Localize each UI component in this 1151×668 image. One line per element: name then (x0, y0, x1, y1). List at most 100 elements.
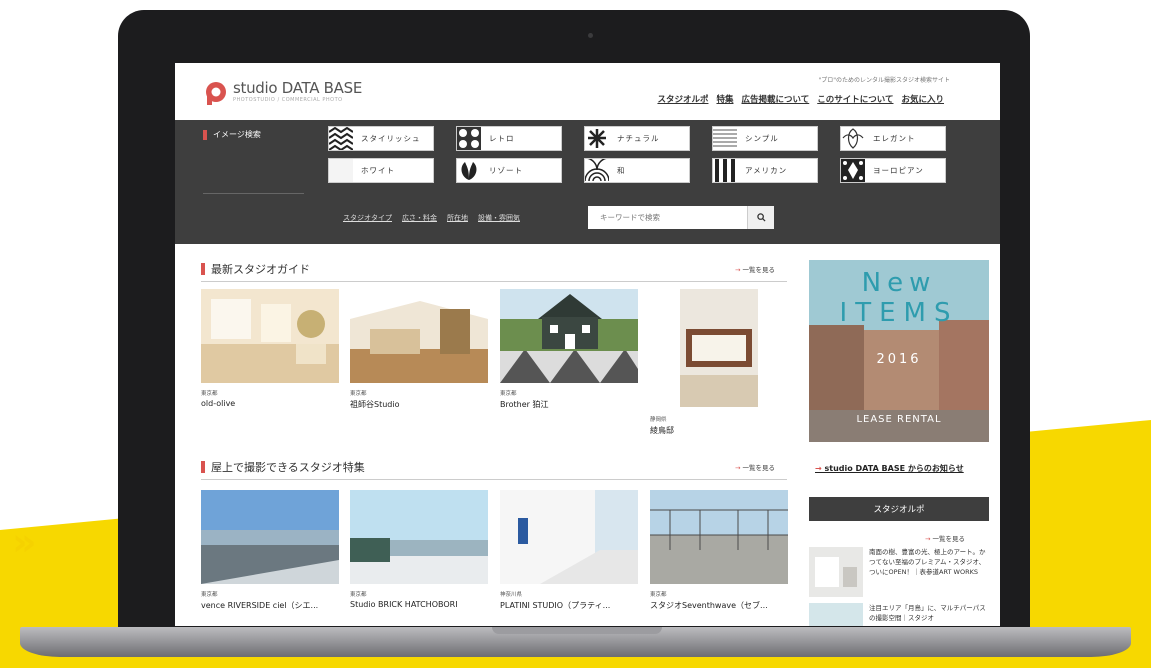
tag-label: ホワイト (361, 166, 395, 175)
rooftop-more-link[interactable]: → 一覧を見る (735, 462, 775, 472)
studio-name: 祖師谷Studio (350, 400, 400, 409)
arrow-right-icon: → (815, 464, 825, 473)
studio-card-soshigaya[interactable]: 東京都 祖師谷Studio (350, 289, 488, 410)
wave-pattern-icon (585, 159, 609, 182)
studio-photo (201, 490, 339, 584)
tag-label: シンプル (745, 134, 779, 143)
filter-facilities[interactable]: 設備・雰囲気 (478, 213, 520, 223)
nav-features[interactable]: 特集 (716, 93, 733, 105)
repo-thumbnail (809, 603, 863, 626)
rooftop-feature-title: 屋上で撮影できるスタジオ特集 (201, 459, 365, 475)
tag-label: 和 (617, 166, 626, 175)
studio-card-seventhwave[interactable]: 東京都 スタジオSeventhwave（セブ... (650, 490, 788, 611)
repo-item[interactable]: 注目エリア「月島」に、マルチパーパスの撮影空間｜スタジオ (809, 603, 989, 626)
zigzag-icon (329, 127, 353, 150)
laptop-screen: studio DATA BASE PHOTOSTUDIO / COMMERCIA… (175, 63, 1000, 626)
white-swatch-icon (329, 159, 353, 182)
prefecture-label: 東京都 (201, 592, 218, 598)
title-marker (201, 263, 205, 275)
studio-name: Brother 狛江 (500, 400, 549, 409)
banner-title-items: ITEMS (839, 298, 959, 328)
tag-european[interactable]: ヨーロピアン (840, 158, 946, 183)
retro-pattern-icon (457, 127, 481, 150)
nav-advertising[interactable]: 広告掲載について (741, 93, 809, 105)
logo-text[interactable]: studio DATA BASE (233, 79, 362, 97)
tag-natural[interactable]: ナチュラル (584, 126, 690, 151)
tag-japanese[interactable]: 和 (584, 158, 690, 183)
image-search-label: イメージ検索 (213, 130, 261, 139)
studio-card-platini[interactable]: 神奈川県 PLATINI STUDIO（プラティ... (500, 490, 638, 611)
laptop-notch (492, 627, 662, 634)
studio-card-brick-hatchobori[interactable]: 東京都 Studio BRICK HATCHOBORI (350, 490, 488, 609)
site-header: studio DATA BASE PHOTOSTUDIO / COMMERCIA… (175, 63, 1000, 120)
tag-white[interactable]: ホワイト (328, 158, 434, 183)
repo-item-text: 南面の樹、豊富の光、極上のアート。かつてない至福のプレミアム・スタジオ、ついにO… (869, 548, 986, 576)
studio-photo (350, 289, 488, 383)
studio-name: Studio BRICK HATCHOBORI (350, 600, 458, 609)
section-title-text: 屋上で撮影できるスタジオ特集 (211, 461, 365, 474)
tag-label: ナチュラル (617, 134, 660, 143)
logo-icon[interactable] (203, 80, 229, 106)
tag-retro[interactable]: レトロ (456, 126, 562, 151)
studio-photo (201, 289, 339, 383)
repo-more-link[interactable]: → 一覧を見る (925, 533, 965, 543)
studio-card-old-olive[interactable]: 東京都 old-olive (201, 289, 339, 408)
banner-subtitle: LEASE RENTAL (856, 414, 942, 425)
studio-repo-heading: スタジオルポ (809, 497, 989, 521)
prefecture-label: 東京都 (500, 391, 517, 397)
divider (203, 193, 304, 194)
section-divider (201, 479, 787, 480)
image-search-title: イメージ検索 (203, 129, 261, 140)
chevron-decoration-icon: » (12, 520, 36, 564)
keyword-search-input[interactable] (598, 212, 752, 223)
search-icon (756, 213, 766, 222)
news-link[interactable]: → studio DATA BASE からのお知らせ (815, 463, 964, 474)
prefecture-label: 東京都 (650, 592, 667, 598)
studio-name: スタジオSeventhwave（セブ... (650, 601, 768, 610)
new-items-banner[interactable]: New ITEMS 2016 LEASE RENTAL (809, 260, 989, 442)
repo-item[interactable]: 南面の樹、豊富の光、極上のアート。かつてない至福のプレミアム・スタジオ、ついにO… (809, 547, 989, 597)
nav-favorites[interactable]: お気に入り (901, 93, 944, 105)
prefecture-label: 東京都 (201, 391, 218, 397)
news-link-label: studio DATA BASE からのお知らせ (824, 464, 964, 473)
tag-stylish[interactable]: スタイリッシュ (328, 126, 434, 151)
prefecture-label: 神奈川県 (500, 592, 523, 598)
studio-name: old-olive (201, 399, 236, 408)
tag-label: ヨーロピアン (873, 166, 924, 175)
banner-title-new: New (861, 268, 937, 298)
studio-photo (350, 490, 488, 584)
tag-label: エレガント (873, 134, 916, 143)
title-marker (203, 129, 207, 140)
tag-elegant[interactable]: エレガント (840, 126, 946, 151)
tag-resort[interactable]: リゾート (456, 158, 562, 183)
studio-card-vence-riverside[interactable]: 東京都 vence RIVERSIDE ciel（シエ... (201, 490, 339, 611)
prefecture-label: 静岡県 (650, 417, 667, 423)
nav-studio-repo[interactable]: スタジオルポ (657, 93, 708, 105)
filter-size-price[interactable]: 広さ・料金 (402, 213, 437, 223)
damask-icon (841, 159, 865, 182)
tag-american[interactable]: アメリカン (712, 158, 818, 183)
camera-icon (588, 33, 593, 38)
palm-leaf-icon (457, 159, 481, 182)
studio-name: 綾鳥邸 (650, 426, 674, 435)
keyword-search-box (588, 206, 774, 229)
studio-card-ayatori-tei[interactable]: 静岡県 綾鳥邸 (650, 289, 788, 436)
repo-item-text: 注目エリア「月島」に、マルチパーパスの撮影空間｜スタジオ (869, 604, 986, 622)
prefecture-label: 東京都 (350, 391, 367, 397)
tag-label: レトロ (489, 134, 515, 143)
section-divider (201, 281, 787, 282)
studio-card-brother-komae[interactable]: 東京都 Brother 狛江 (500, 289, 638, 410)
studio-photo (650, 490, 788, 584)
filter-studio-type[interactable]: スタジオタイプ (343, 213, 392, 223)
filter-location[interactable]: 所在地 (447, 213, 468, 223)
arrow-right-icon: → (735, 464, 743, 472)
ornament-icon (841, 127, 865, 150)
search-button[interactable] (747, 206, 774, 229)
tag-simple[interactable]: シンプル (712, 126, 818, 151)
latest-more-link[interactable]: → 一覧を見る (735, 264, 775, 274)
studio-photo (500, 490, 638, 584)
nav-about[interactable]: このサイトについて (817, 93, 893, 105)
prefecture-label: 東京都 (350, 592, 367, 598)
arrow-right-icon: → (925, 535, 933, 543)
leaf-icon (585, 127, 609, 150)
